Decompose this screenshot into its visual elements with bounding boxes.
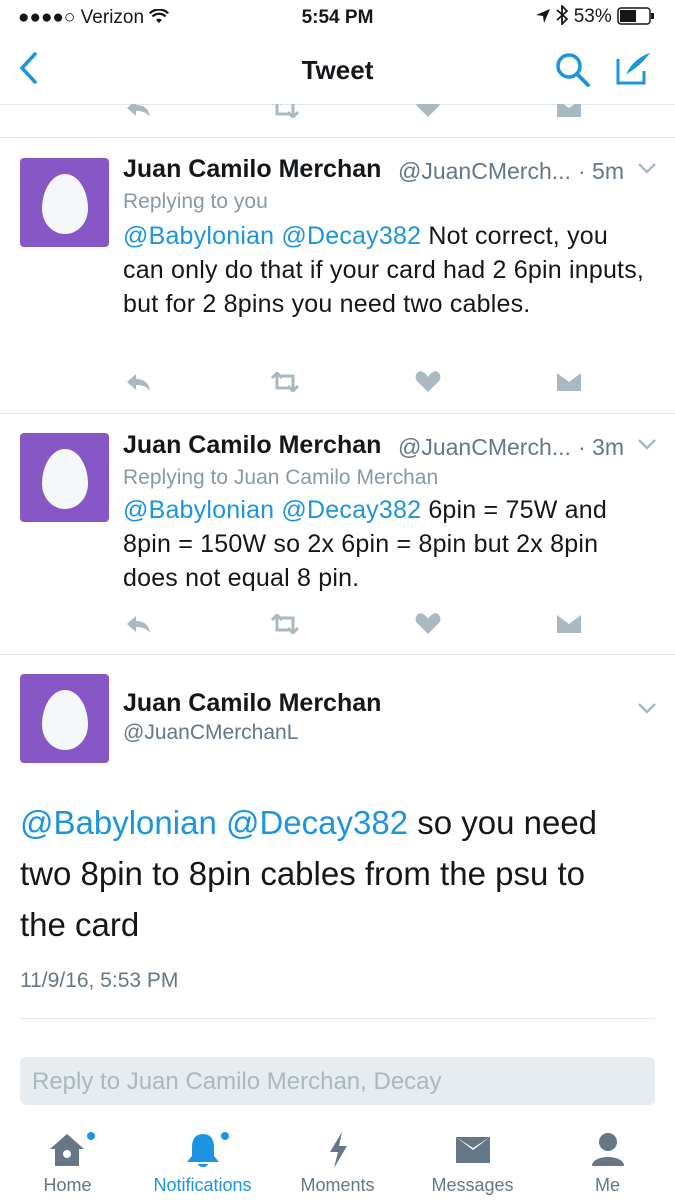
reply-placeholder: Reply to Juan Camilo Merchan, Decay <box>32 1068 442 1095</box>
tab-label: Home <box>43 1175 92 1195</box>
author-handle[interactable]: @JuanCMerch... <box>398 158 571 185</box>
status-bar: ●●●●○ Verizon 5:54 PM 53% <box>0 0 675 36</box>
main-tweet: Juan Camilo Merchan @JuanCMerchanL @Baby… <box>0 655 675 1020</box>
dm-icon[interactable] <box>556 104 582 120</box>
tab-messages[interactable]: Messages <box>405 1118 540 1200</box>
author-name[interactable]: Juan Camilo Merchan <box>123 689 381 718</box>
nav-bar: Tweet <box>0 36 675 105</box>
lightning-icon <box>330 1132 347 1168</box>
tweet-text: @Babylonian @Decay382 6pin = 75W and 8pi… <box>123 493 653 595</box>
reply-icon[interactable] <box>124 614 152 639</box>
tweet-time: · 5m <box>578 158 624 184</box>
tweet-text: @Babylonian @Decay382 Not correct, you c… <box>123 219 653 321</box>
battery-area: 53% <box>535 3 655 28</box>
tweet-timestamp: 11/9/16, 5:53 PM <box>20 969 179 992</box>
tweet-text: @Babylonian @Decay382 so you need two 8p… <box>20 797 640 950</box>
mention-links[interactable]: @Babylonian @Decay382 <box>20 804 408 841</box>
chevron-down-icon[interactable] <box>637 434 657 457</box>
egg-avatar-icon <box>42 174 88 234</box>
dm-icon[interactable] <box>556 372 582 397</box>
tab-bar: Home Notifications Moments Messages Me <box>0 1118 675 1200</box>
reply-icon[interactable] <box>124 104 152 120</box>
author-name[interactable]: Juan Camilo Merchan <box>123 431 381 460</box>
tab-notifications[interactable]: Notifications <box>135 1118 270 1200</box>
avatar[interactable] <box>20 433 109 522</box>
location-icon <box>535 6 556 27</box>
search-icon <box>556 53 590 87</box>
envelope-icon <box>456 1137 490 1163</box>
reply-icon[interactable] <box>124 372 152 397</box>
tweet-time: · 3m <box>578 434 624 460</box>
tab-moments[interactable]: Moments <box>270 1118 405 1200</box>
tab-label: Messages <box>431 1175 514 1195</box>
divider <box>20 1018 655 1019</box>
action-row <box>0 370 675 398</box>
partial-action-row <box>0 104 675 120</box>
mention-links[interactable]: @Babylonian @Decay382 <box>123 496 421 524</box>
tab-label: Notifications <box>153 1175 252 1195</box>
compose-button[interactable] <box>614 49 654 92</box>
notification-dot <box>221 1132 229 1140</box>
tweet-reply-1[interactable]: Juan Camilo Merchan @JuanCMerch... · 5m … <box>0 138 675 413</box>
egg-avatar-icon <box>42 449 88 509</box>
heart-icon[interactable] <box>415 104 441 120</box>
tab-me[interactable]: Me <box>540 1118 675 1200</box>
person-icon <box>592 1133 624 1166</box>
retweet-icon[interactable] <box>269 370 301 397</box>
bell-icon <box>187 1134 219 1167</box>
tab-label: Moments <box>300 1175 375 1195</box>
retweet-icon[interactable] <box>269 612 301 639</box>
chevron-down-icon[interactable] <box>637 698 657 721</box>
action-row <box>0 612 675 640</box>
author-handle[interactable]: @JuanCMerch... <box>398 434 571 461</box>
replying-to: Replying to you <box>123 190 268 213</box>
bluetooth-icon <box>556 3 573 27</box>
author-handle[interactable]: @JuanCMerchanL <box>123 721 298 745</box>
author-name[interactable]: Juan Camilo Merchan <box>123 155 381 184</box>
replying-to: Replying to Juan Camilo Merchan <box>123 466 439 489</box>
tab-label: Me <box>594 1175 620 1195</box>
tweet-reply-2[interactable]: Juan Camilo Merchan @JuanCMerch... · 3m … <box>0 414 675 654</box>
search-button[interactable] <box>555 52 591 93</box>
battery-icon <box>617 6 655 27</box>
avatar[interactable] <box>20 158 109 247</box>
avatar[interactable] <box>20 674 109 763</box>
mention-links[interactable]: @Babylonian @Decay382 <box>123 222 421 250</box>
notification-dot <box>87 1132 95 1140</box>
retweet-icon[interactable] <box>269 104 301 120</box>
battery-percent: 53% <box>573 6 612 27</box>
reply-input[interactable]: Reply to Juan Camilo Merchan, Decay <box>20 1057 655 1105</box>
heart-icon[interactable] <box>415 371 441 398</box>
egg-avatar-icon <box>42 690 88 750</box>
compose-icon <box>616 53 650 85</box>
home-icon <box>50 1134 84 1166</box>
dm-icon[interactable] <box>556 614 582 639</box>
tab-home[interactable]: Home <box>0 1118 135 1200</box>
chevron-down-icon[interactable] <box>637 158 657 181</box>
heart-icon[interactable] <box>415 613 441 640</box>
